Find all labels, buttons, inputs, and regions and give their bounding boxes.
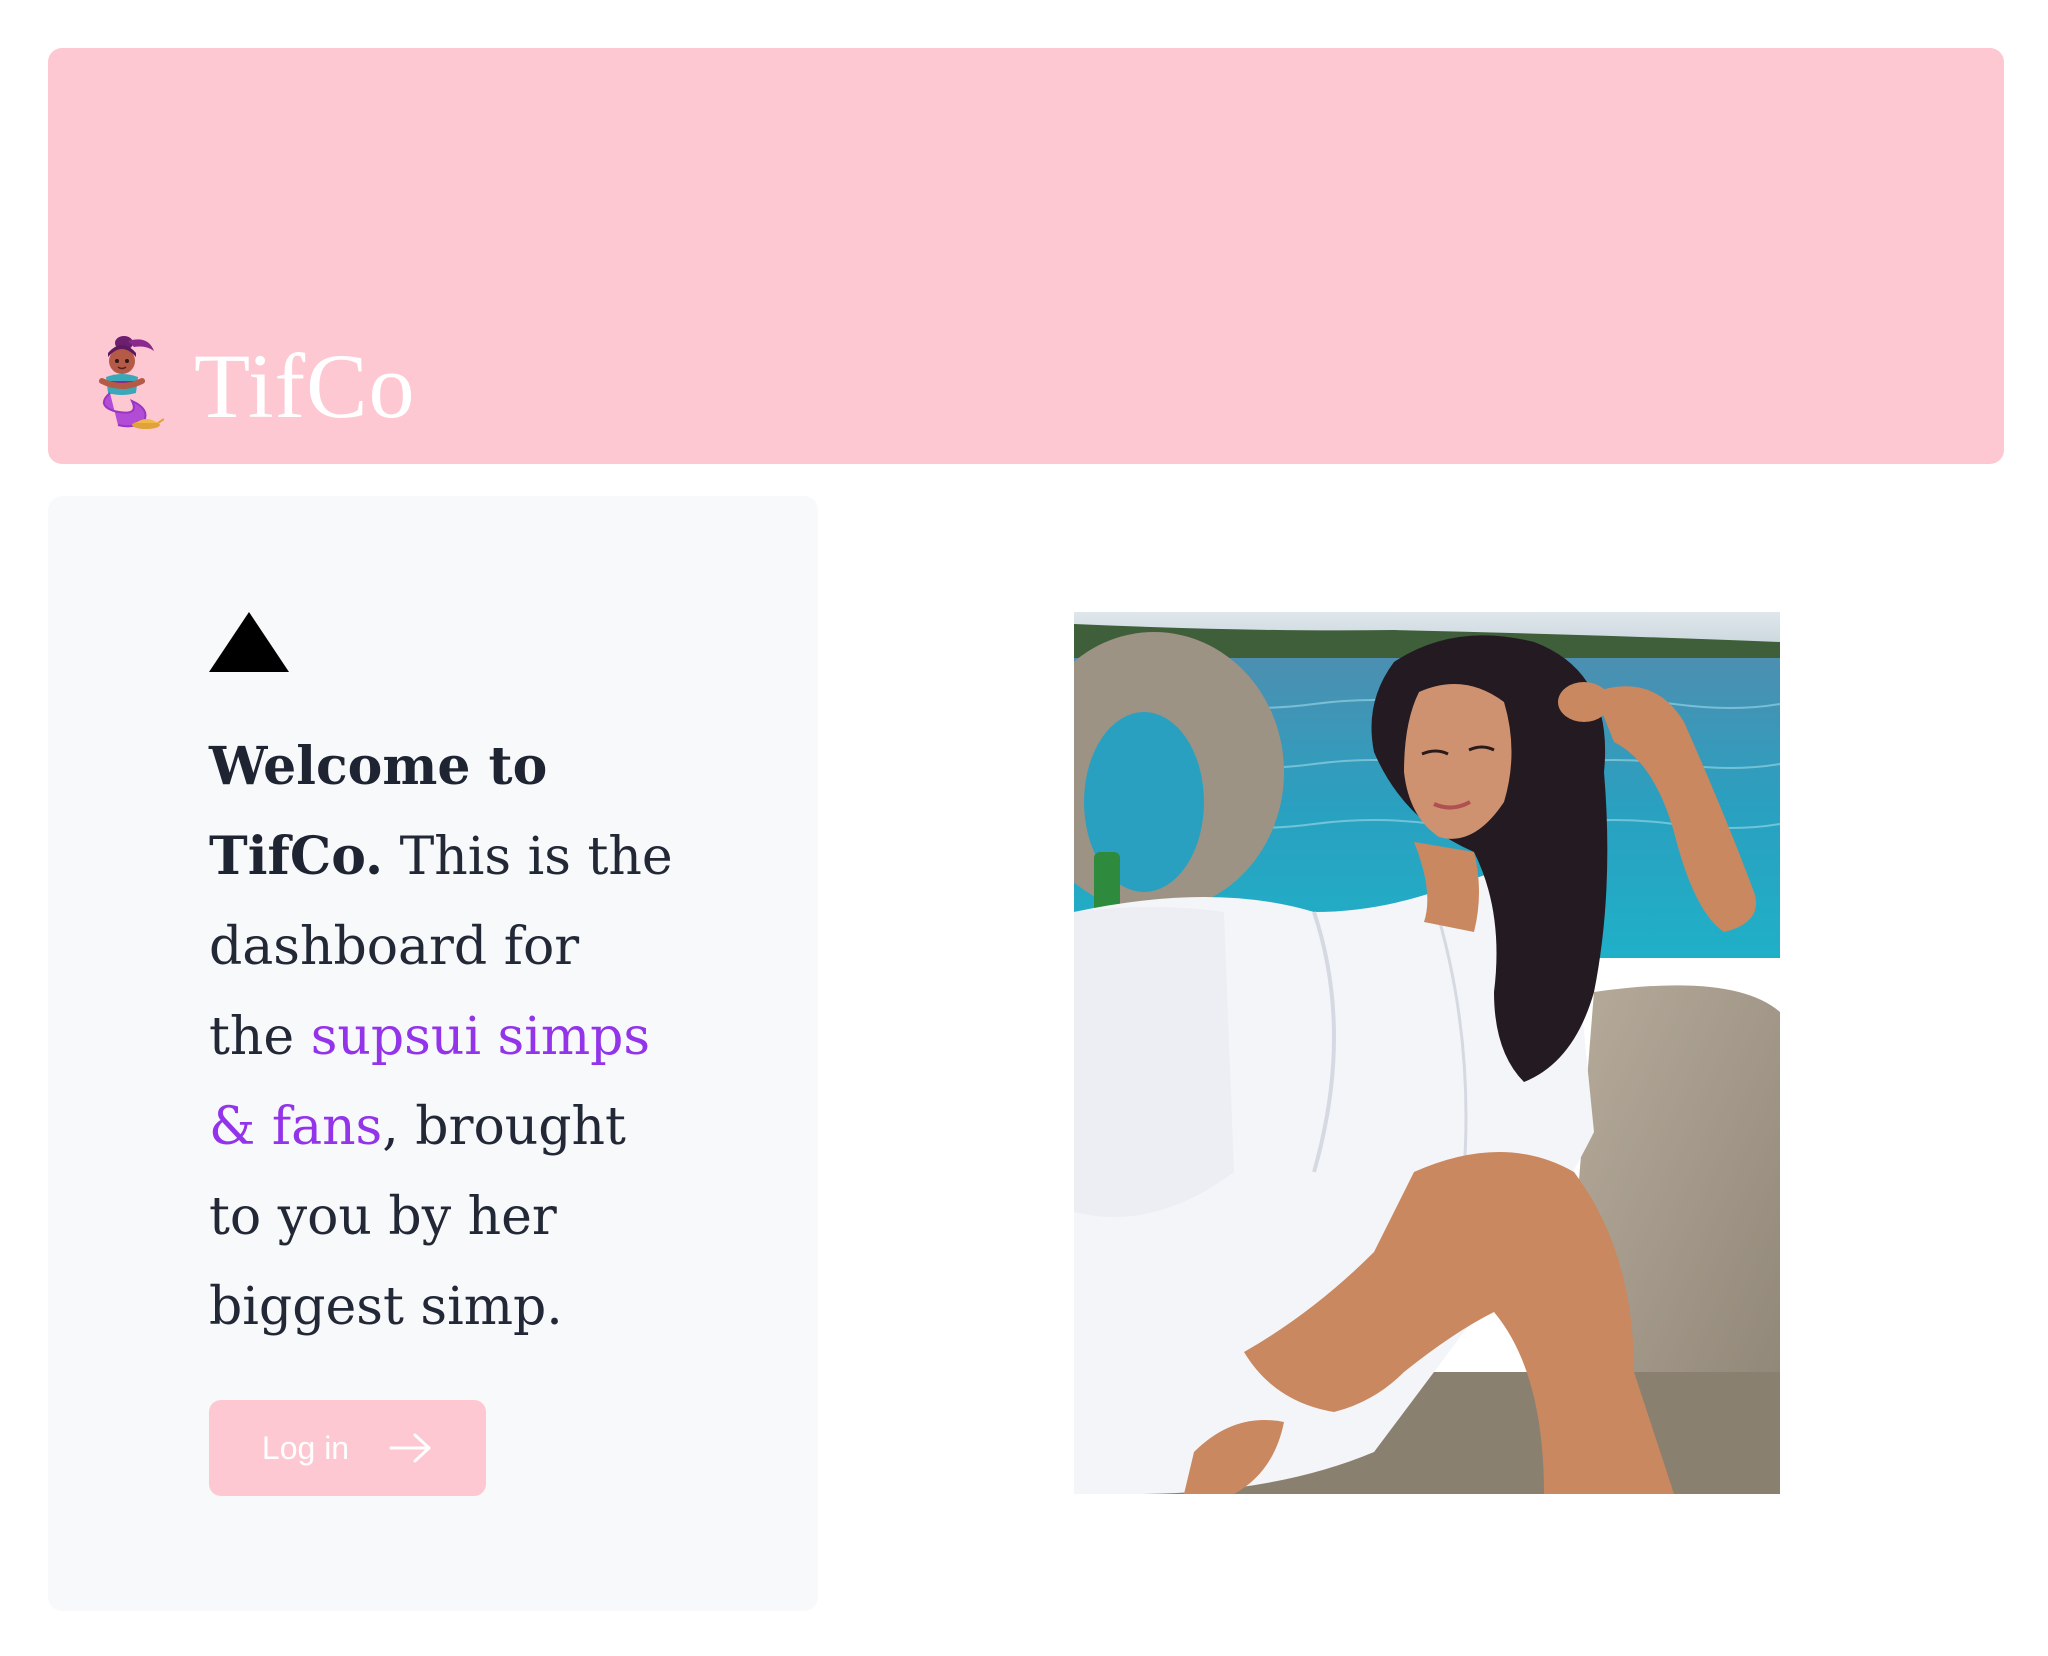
page: TifCo Welcome to TifCo. This is the dash… bbox=[0, 0, 2048, 1656]
login-button[interactable]: Log in bbox=[209, 1400, 486, 1496]
brand-name: TifCo bbox=[194, 335, 416, 437]
genie-icon bbox=[99, 336, 164, 429]
login-label: Log in bbox=[261, 1429, 350, 1466]
header-banner: TifCo bbox=[48, 48, 2004, 464]
welcome-card: Welcome to TifCo. This is the dashboard … bbox=[48, 496, 818, 1611]
woman-on-boat-photo bbox=[1074, 612, 1780, 1494]
brand[interactable]: TifCo bbox=[88, 334, 416, 432]
welcome-text: Welcome to TifCo. This is the dashboard … bbox=[209, 722, 679, 1352]
triangle-icon bbox=[209, 612, 289, 672]
arrow-right-icon bbox=[389, 1433, 431, 1463]
